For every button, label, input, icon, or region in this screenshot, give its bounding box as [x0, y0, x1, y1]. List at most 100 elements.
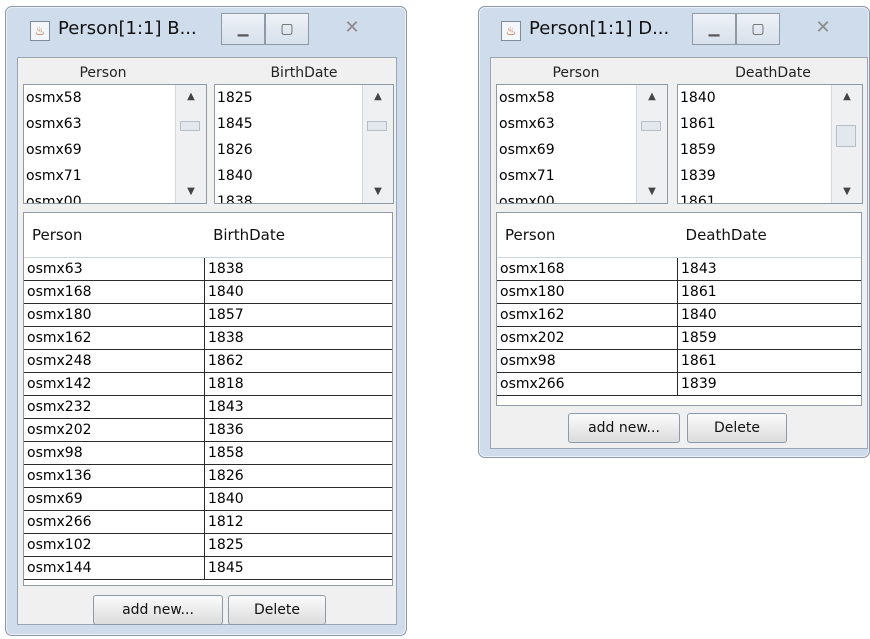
- right-window-title: Person[1:1] D...: [529, 18, 670, 39]
- scroll-down-arrow-icon[interactable]: ▼: [176, 186, 206, 197]
- cell-person[interactable]: osmx136: [24, 465, 205, 487]
- scroll-down-arrow-icon[interactable]: ▼: [832, 186, 862, 197]
- table-row[interactable]: osmx98 1858: [24, 442, 392, 465]
- table-row[interactable]: osmx180 1857: [24, 304, 392, 327]
- maximize-icon: ▢: [751, 21, 765, 37]
- table-row[interactable]: osmx136 1826: [24, 465, 392, 488]
- cell-date[interactable]: 1862: [205, 350, 392, 372]
- cell-date[interactable]: 1845: [205, 557, 392, 579]
- close-button[interactable]: ✕: [332, 13, 372, 45]
- table-row[interactable]: osmx232 1843: [24, 396, 392, 419]
- left-person-list[interactable]: osmx58 osmx63 osmx69 osmx71 osmx00 ▲ ▼: [23, 84, 207, 204]
- cell-date[interactable]: 1840: [205, 488, 392, 510]
- cell-date[interactable]: 1858: [205, 442, 392, 464]
- table-row[interactable]: osmx168 1843: [497, 258, 861, 281]
- cell-person[interactable]: osmx98: [497, 350, 678, 372]
- table-row[interactable]: osmx162 1840: [497, 304, 861, 327]
- column-header-attr[interactable]: BirthDate: [205, 213, 392, 257]
- minimize-button[interactable]: ▁: [221, 13, 265, 45]
- scroll-up-arrow-icon[interactable]: ▲: [832, 91, 862, 102]
- cell-date[interactable]: 1840: [205, 281, 392, 303]
- table-row[interactable]: osmx202 1859: [497, 327, 861, 350]
- left-attr-scrollbar[interactable]: ▲ ▼: [362, 85, 393, 203]
- cell-person[interactable]: osmx248: [24, 350, 205, 372]
- cell-person[interactable]: osmx162: [497, 304, 678, 326]
- cell-date[interactable]: 1861: [678, 281, 861, 303]
- left-title-bar[interactable]: ♨ Person[1:1] B... ▁ ▢ ✕: [6, 7, 406, 55]
- cell-person[interactable]: osmx144: [24, 557, 205, 579]
- column-header-attr[interactable]: DeathDate: [678, 213, 861, 257]
- table-row[interactable]: osmx266 1839: [497, 373, 861, 396]
- table-row[interactable]: osmx168 1840: [24, 281, 392, 304]
- scroll-up-arrow-icon[interactable]: ▲: [637, 91, 667, 102]
- left-attr-list[interactable]: 1825 1845 1826 1840 1838 ▲ ▼: [214, 84, 394, 204]
- cell-date[interactable]: 1825: [205, 534, 392, 556]
- table-row[interactable]: osmx180 1861: [497, 281, 861, 304]
- cell-person[interactable]: osmx180: [24, 304, 205, 326]
- cell-person[interactable]: osmx266: [497, 373, 678, 395]
- cell-date[interactable]: 1838: [205, 258, 392, 280]
- table-row[interactable]: osmx202 1836: [24, 419, 392, 442]
- left-person-scrollbar[interactable]: ▲ ▼: [175, 85, 206, 203]
- cell-person[interactable]: osmx69: [24, 488, 205, 510]
- cell-date[interactable]: 1812: [205, 511, 392, 533]
- cell-date[interactable]: 1840: [678, 304, 861, 326]
- right-attr-scrollbar[interactable]: ▲ ▼: [831, 85, 862, 203]
- cell-date[interactable]: 1861: [678, 350, 861, 372]
- cell-date[interactable]: 1836: [205, 419, 392, 441]
- scroll-down-arrow-icon[interactable]: ▼: [363, 186, 393, 197]
- table-row[interactable]: osmx102 1825: [24, 534, 392, 557]
- scroll-up-arrow-icon[interactable]: ▲: [363, 91, 393, 102]
- cell-date[interactable]: 1839: [678, 373, 861, 395]
- right-person-scrollbar[interactable]: ▲ ▼: [636, 85, 667, 203]
- right-person-list[interactable]: osmx58 osmx63 osmx69 osmx71 osmx00 ▲ ▼: [496, 84, 668, 204]
- cell-date[interactable]: 1843: [678, 258, 861, 280]
- table-row[interactable]: osmx162 1838: [24, 327, 392, 350]
- table-row[interactable]: osmx69 1840: [24, 488, 392, 511]
- table-row[interactable]: osmx266 1812: [24, 511, 392, 534]
- close-button[interactable]: ✕: [803, 13, 843, 45]
- cell-person[interactable]: osmx202: [24, 419, 205, 441]
- table-row[interactable]: osmx142 1818: [24, 373, 392, 396]
- column-header-person[interactable]: Person: [24, 213, 205, 257]
- cell-person[interactable]: osmx202: [497, 327, 678, 349]
- scroll-down-arrow-icon[interactable]: ▼: [637, 186, 667, 197]
- scroll-thumb[interactable]: [641, 121, 661, 131]
- cell-date[interactable]: 1843: [205, 396, 392, 418]
- right-title-bar[interactable]: ♨ Person[1:1] D... ▁ ▢ ✕: [479, 7, 869, 55]
- maximize-button[interactable]: ▢: [265, 13, 309, 45]
- cell-date[interactable]: 1818: [205, 373, 392, 395]
- add-new-button[interactable]: add new...: [568, 413, 680, 443]
- scroll-thumb[interactable]: [367, 121, 387, 131]
- minimize-button[interactable]: ▁: [692, 13, 736, 45]
- delete-button[interactable]: Delete: [687, 413, 787, 443]
- right-data-table[interactable]: Person DeathDate osmx168 1843 osmx180 1861 o…: [496, 212, 862, 406]
- cell-person[interactable]: osmx98: [24, 442, 205, 464]
- cell-person[interactable]: osmx168: [24, 281, 205, 303]
- table-row[interactable]: osmx63 1838: [24, 258, 392, 281]
- cell-person[interactable]: osmx142: [24, 373, 205, 395]
- scroll-up-arrow-icon[interactable]: ▲: [176, 91, 206, 102]
- table-row[interactable]: osmx98 1861: [497, 350, 861, 373]
- delete-button[interactable]: Delete: [228, 595, 326, 625]
- cell-date[interactable]: 1859: [678, 327, 861, 349]
- right-attr-list[interactable]: 1840 1861 1859 1839 1861 ▲ ▼: [677, 84, 863, 204]
- cell-date[interactable]: 1838: [205, 327, 392, 349]
- table-row[interactable]: osmx144 1845: [24, 557, 392, 580]
- cell-date[interactable]: 1857: [205, 304, 392, 326]
- table-row[interactable]: osmx248 1862: [24, 350, 392, 373]
- cell-person[interactable]: osmx63: [24, 258, 205, 280]
- cell-person[interactable]: osmx102: [24, 534, 205, 556]
- cell-person[interactable]: osmx180: [497, 281, 678, 303]
- add-new-button[interactable]: add new...: [93, 595, 223, 625]
- cell-date[interactable]: 1826: [205, 465, 392, 487]
- scroll-thumb[interactable]: [180, 121, 200, 131]
- cell-person[interactable]: osmx266: [24, 511, 205, 533]
- left-data-table[interactable]: Person BirthDate osmx63 1838 osmx168 1840 os…: [23, 212, 393, 586]
- cell-person[interactable]: osmx168: [497, 258, 678, 280]
- column-header-person[interactable]: Person: [497, 213, 678, 257]
- cell-person[interactable]: osmx232: [24, 396, 205, 418]
- maximize-button[interactable]: ▢: [736, 13, 780, 45]
- scroll-thumb[interactable]: [836, 125, 856, 147]
- cell-person[interactable]: osmx162: [24, 327, 205, 349]
